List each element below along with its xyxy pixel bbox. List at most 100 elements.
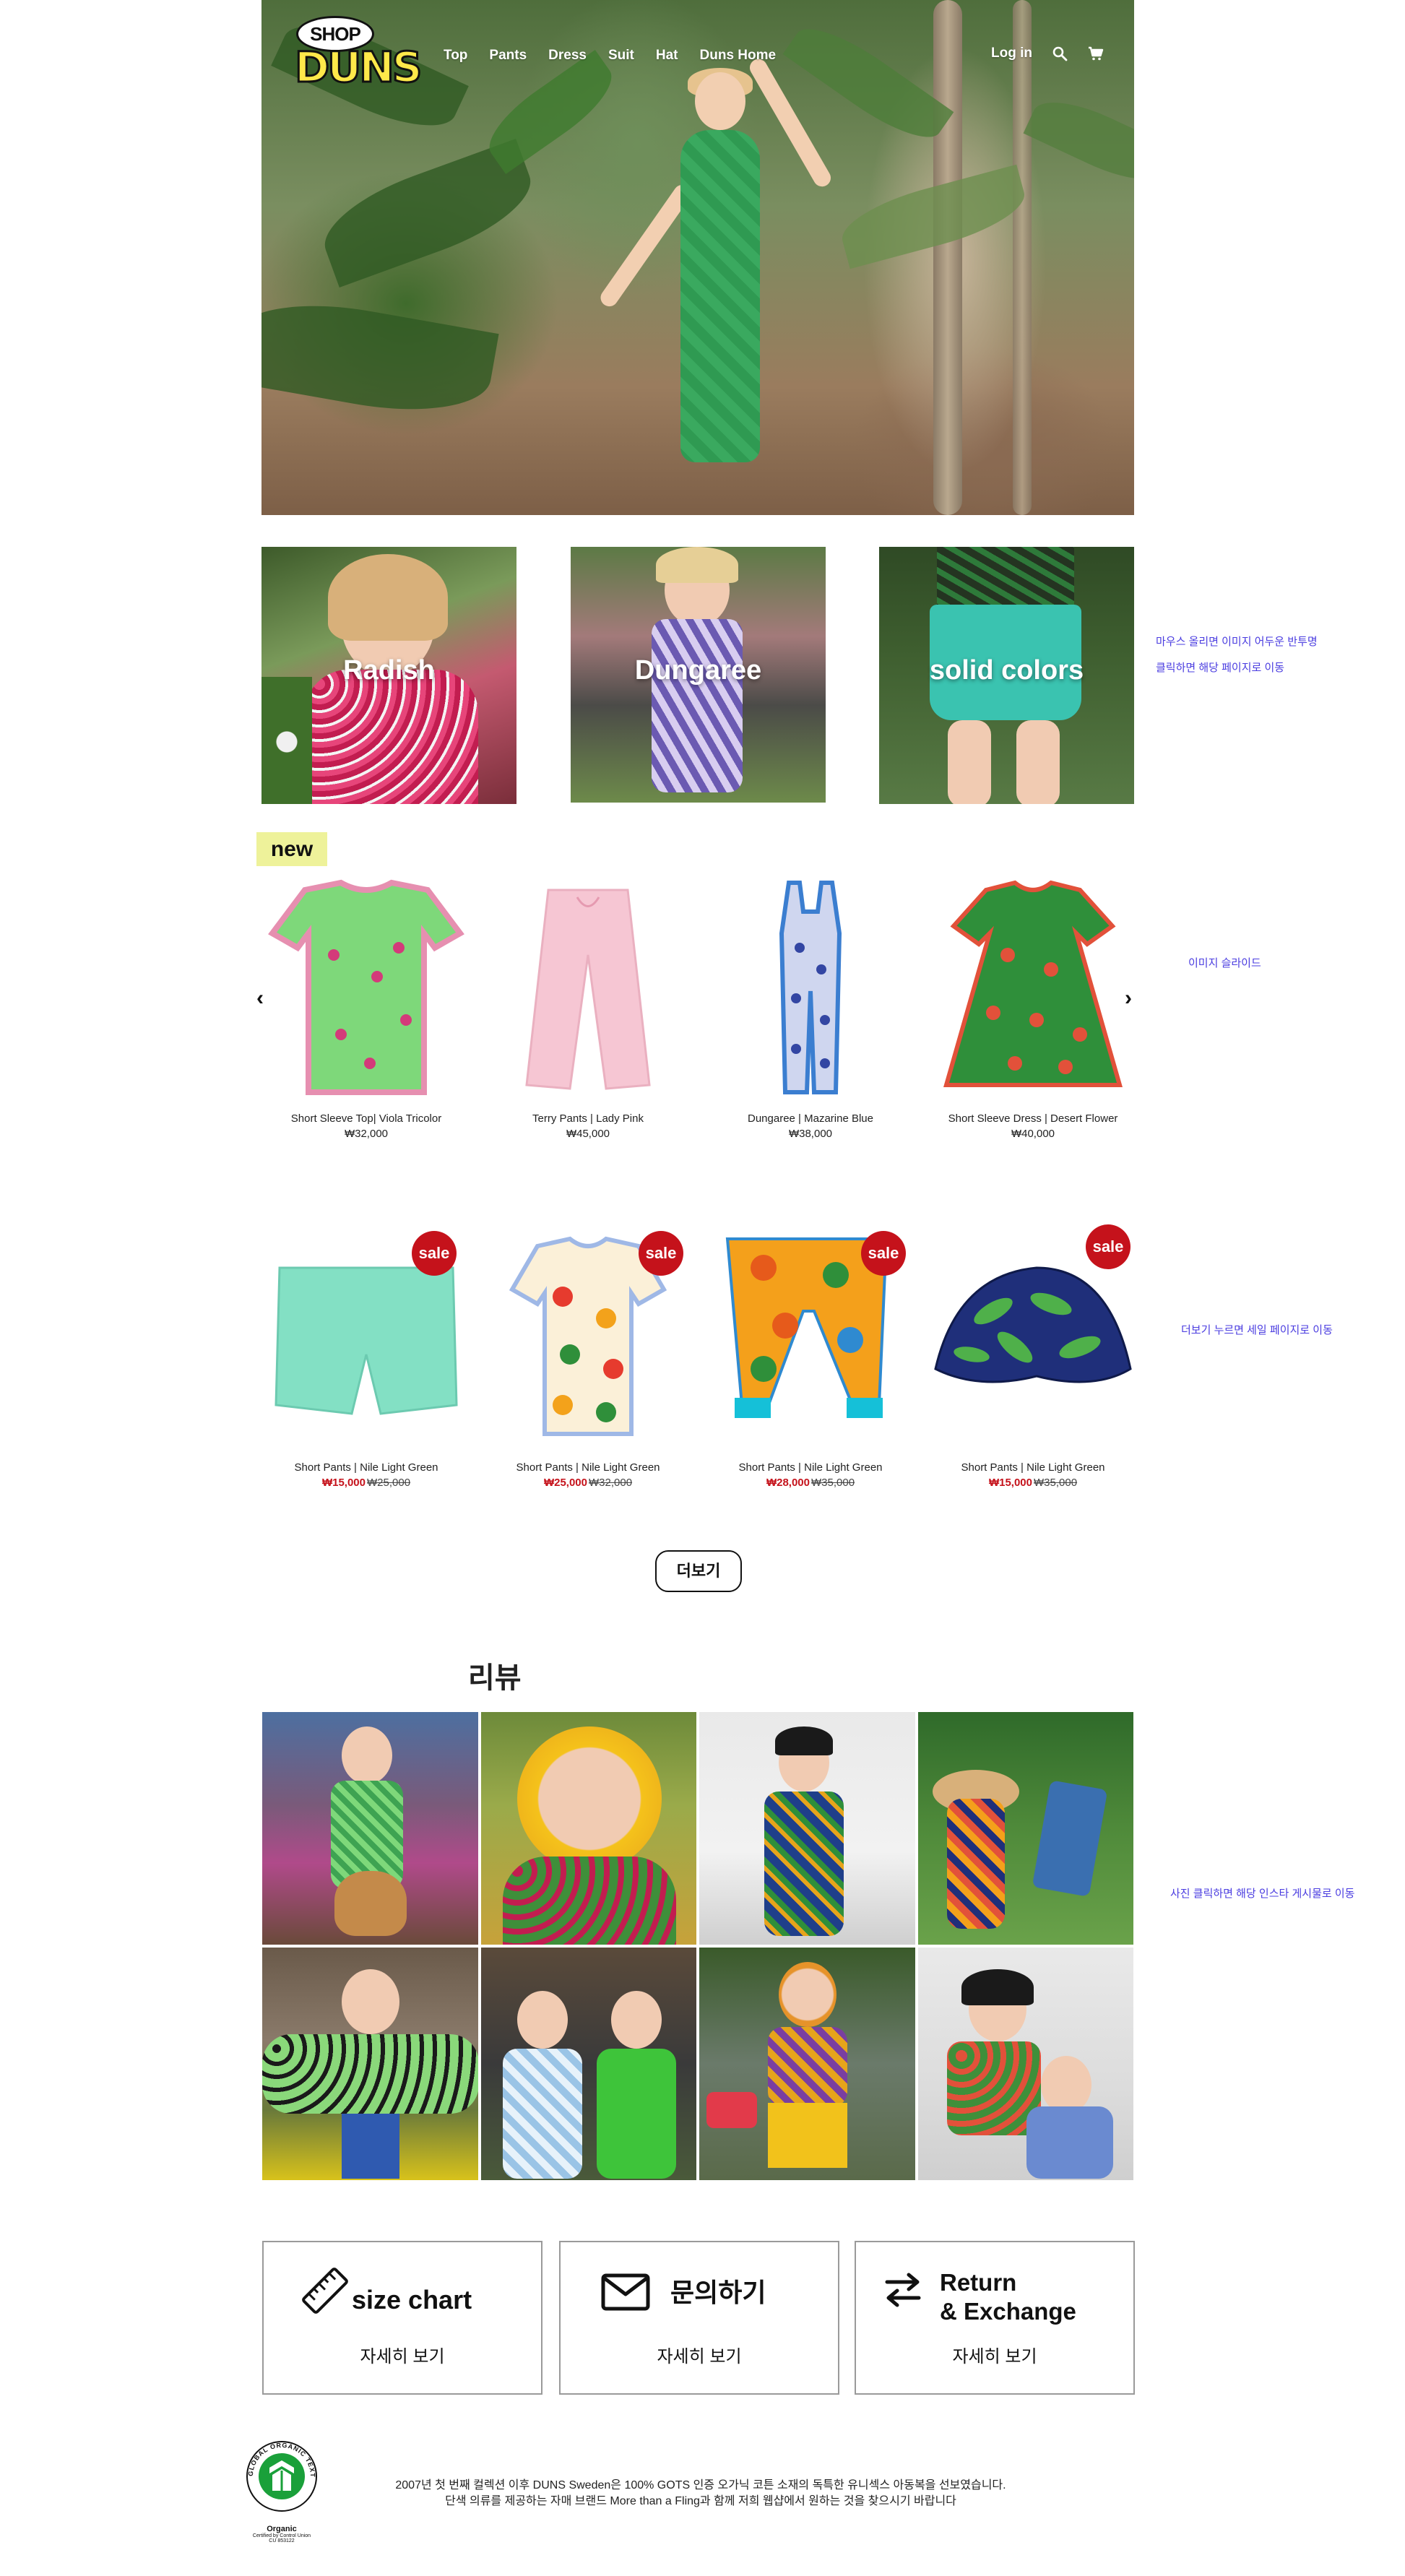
more-button[interactable]: 더보기: [655, 1550, 742, 1592]
product-image: sale: [261, 1224, 471, 1448]
nav-dress[interactable]: Dress: [548, 48, 587, 64]
nav-pants[interactable]: Pants: [489, 48, 527, 64]
review-photo[interactable]: [917, 1948, 1133, 2180]
footer-line-1: 2007년 첫 번째 컬렉션 이후 DUNS Sweden은 100% GOTS…: [395, 2479, 1006, 2491]
product-price: ₩28,000 ₩35,000: [706, 1477, 915, 1489]
product-price: ₩32,000: [344, 1128, 389, 1140]
category-label-radish: Radish: [343, 655, 435, 686]
product-price: ₩25,000 ₩32,000: [483, 1477, 693, 1489]
inquiry-box[interactable]: 문의하기 자세히 보기: [559, 2241, 839, 2395]
annotation-review-click: 사진 클릭하면 해당 인스타 게시물로 이동: [1170, 1888, 1355, 1900]
reviews-title: 리뷰: [468, 1662, 522, 1694]
category-card-solid-colors[interactable]: solid colors: [879, 547, 1134, 804]
product-name: Dungaree | Mazarine Blue: [748, 1112, 873, 1125]
gots-certification-logo: GLOBAL ORGANIC TEXTILE STANDARD Organic …: [239, 2427, 321, 2549]
size-chart-box[interactable]: size chart 자세히 보기: [262, 2241, 542, 2395]
product-name: Short Pants | Nile Light Green: [961, 1461, 1105, 1474]
header-actions: Log in: [991, 45, 1104, 62]
sale-product-card[interactable]: sale Short Pants | Nile Light Green ₩28,…: [706, 1224, 915, 1489]
footer-line-2: 단색 의류를 제공하는 자매 브랜드 More than a Fling과 함께…: [445, 2495, 956, 2507]
nav-hat[interactable]: Hat: [656, 48, 678, 64]
sale-badge: sale: [1086, 1224, 1131, 1269]
search-icon[interactable]: [1051, 45, 1068, 62]
product-image: [483, 876, 693, 1099]
sale-price: ₩25,000: [543, 1477, 587, 1489]
original-price: ₩25,000: [367, 1477, 411, 1489]
sale-price: ₩28,000: [766, 1477, 810, 1489]
annotation-category-click: 클릭하면 해당 페이지로 이동: [1156, 662, 1285, 674]
review-photo[interactable]: [480, 1948, 696, 2180]
inquiry-title: 문의하기: [670, 2278, 766, 2307]
review-photo[interactable]: [262, 1712, 478, 1945]
category-label-solid-colors: solid colors: [929, 655, 1084, 686]
product-name: Terry Pants | Lady Pink: [532, 1112, 644, 1125]
new-badge: new: [256, 832, 327, 866]
product-image: sale: [483, 1224, 693, 1448]
login-link[interactable]: Log in: [991, 46, 1032, 61]
return-exchange-title: Return & Exchange: [940, 2268, 1076, 2326]
product-price: ₩40,000: [1011, 1128, 1055, 1140]
original-price: ₩35,000: [811, 1477, 855, 1489]
review-photo[interactable]: [699, 1712, 915, 1945]
shop-duns-logo[interactable]: SHOP DUNS: [290, 13, 423, 93]
review-photo[interactable]: [262, 1948, 478, 2180]
review-photo[interactable]: [699, 1948, 915, 2180]
product-price: ₩15,000 ₩25,000: [261, 1477, 471, 1489]
product-price: ₩38,000: [788, 1128, 833, 1140]
product-card[interactable]: Short Sleeve Dress | Desert Flower ₩40,0…: [928, 876, 1138, 1140]
inquiry-link[interactable]: 자세히 보기: [561, 2342, 838, 2367]
product-card[interactable]: Terry Pants | Lady Pink ₩45,000: [483, 876, 693, 1140]
gots-cu-number: CU 853122: [269, 2538, 295, 2543]
category-card-dungaree[interactable]: Dungaree: [571, 547, 826, 803]
product-name: Short Sleeve Dress | Desert Flower: [948, 1112, 1118, 1125]
plant-leaf: [477, 49, 624, 175]
plant-leaf: [1023, 87, 1134, 194]
return-exchange-box[interactable]: Return & Exchange 자세히 보기: [855, 2241, 1135, 2395]
product-image: sale: [706, 1224, 915, 1448]
plant-leaf: [261, 288, 499, 427]
category-card-radish[interactable]: Radish: [261, 547, 516, 804]
ruler-icon: [302, 2268, 348, 2314]
review-photo[interactable]: [480, 1712, 696, 1945]
tree-trunk: [1013, 0, 1032, 515]
sale-product-card[interactable]: sale Short Pants | Nile Light Green ₩25,…: [483, 1224, 693, 1489]
sale-badge: sale: [639, 1231, 683, 1276]
original-price: ₩32,000: [589, 1477, 633, 1489]
cart-icon[interactable]: [1087, 45, 1104, 62]
hero-child: [597, 56, 834, 477]
category-label-dungaree: Dungaree: [634, 655, 762, 686]
gots-certified-text: Certified by Control Union: [252, 2533, 311, 2538]
annotation-slider: 이미지 슬라이드: [1188, 957, 1261, 969]
return-title-line2: & Exchange: [940, 2298, 1076, 2325]
nav-top[interactable]: Top: [444, 48, 467, 64]
review-photo-grid: [262, 1712, 1133, 2180]
gots-badge: GLOBAL ORGANIC TEXTILE STANDARD: [239, 2427, 317, 2512]
sale-price: ₩15,000: [321, 1477, 366, 1489]
size-chart-title: size chart: [352, 2285, 472, 2314]
product-name: Short Sleeve Top| Viola Tricolor: [290, 1112, 442, 1125]
original-price: ₩35,000: [1034, 1477, 1078, 1489]
size-chart-link[interactable]: 자세히 보기: [264, 2342, 541, 2367]
annotation-category-hover: 마우스 올리면 이미지 어두운 반투명: [1156, 636, 1318, 648]
tree-trunk: [933, 0, 962, 515]
mail-icon: [601, 2273, 650, 2311]
return-exchange-link[interactable]: 자세히 보기: [856, 2342, 1133, 2367]
sale-product-card[interactable]: sale Short Pants | Nile Light Green ₩15,…: [928, 1224, 1138, 1489]
sale-badge: sale: [861, 1231, 906, 1276]
nav-suit[interactable]: Suit: [608, 48, 634, 64]
product-price: ₩15,000 ₩35,000: [928, 1477, 1138, 1489]
annotation-sale-more: 더보기 누르면 세일 페이지로 이동: [1181, 1324, 1333, 1336]
logo-duns-text: DUNS: [294, 42, 424, 93]
product-card[interactable]: Short Sleeve Top| Viola Tricolor ₩32,000: [261, 876, 471, 1140]
main-nav: Top Pants Dress Suit Hat Duns Home: [444, 48, 797, 64]
footer-description: 2007년 첫 번째 컬렉션 이후 DUNS Sweden은 100% GOTS…: [325, 2478, 1076, 2510]
product-image: [928, 876, 1138, 1099]
product-card[interactable]: Dungaree | Mazarine Blue ₩38,000: [706, 876, 915, 1140]
nav-duns-home[interactable]: Duns Home: [700, 48, 777, 64]
product-name: Short Pants | Nile Light Green: [294, 1461, 438, 1474]
product-name: Short Pants | Nile Light Green: [516, 1461, 660, 1474]
plant-leaf: [782, 12, 954, 154]
review-photo[interactable]: [917, 1712, 1133, 1945]
product-image: [706, 876, 915, 1099]
sale-product-card[interactable]: sale Short Pants | Nile Light Green ₩15,…: [261, 1224, 471, 1489]
